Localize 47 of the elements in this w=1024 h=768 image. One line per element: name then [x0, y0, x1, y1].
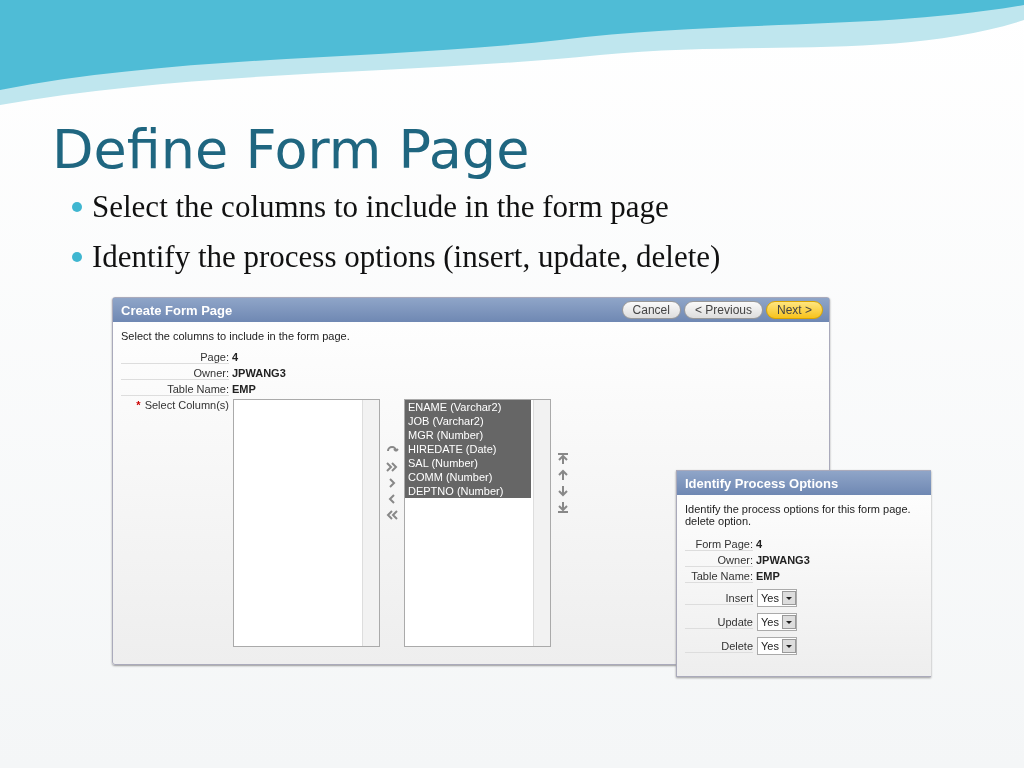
field-label: Table Name: [121, 383, 229, 397]
panel-title: Create Form Page [121, 302, 233, 318]
top-arrow-icon[interactable] [556, 452, 570, 467]
field-label: Owner: [685, 554, 753, 567]
field-value: JPWANG3 [232, 367, 286, 381]
field-label: Page: [121, 351, 229, 365]
yes-no-select[interactable]: Yes [757, 613, 797, 631]
field-label: Insert [685, 591, 753, 605]
yes-no-select[interactable]: Yes [757, 637, 797, 655]
field-label: Delete [685, 639, 753, 653]
field-label: Form Page: [685, 538, 753, 551]
selected-columns-list[interactable]: ENAME (Varchar2) JOB (Varchar2) MGR (Number) HIREDATE (Date) SAL (Number) COMM (Number) DEPTNO (Number) [404, 399, 551, 648]
bullet-text: Select the columns to include in the form page [92, 189, 669, 226]
field-value: 4 [756, 538, 763, 551]
bullet-text: Identify the process options (insert, update, delete) [92, 239, 721, 276]
column-item[interactable]: MGR (Number) [405, 428, 531, 443]
slide-title: Define Form Page [52, 120, 531, 180]
field-value: EMP [756, 570, 780, 583]
column-item[interactable]: COMM (Number) [405, 470, 531, 485]
up-arrow-icon[interactable] [556, 468, 570, 483]
bullet-dot [72, 202, 82, 213]
field-label: Update [685, 615, 753, 629]
panel-title: Identify Process Options [685, 475, 839, 491]
column-item[interactable]: DEPTNO (Number) [405, 484, 531, 499]
column-item[interactable]: JOB (Varchar2) [405, 414, 531, 429]
bottom-arrow-icon[interactable] [556, 500, 570, 515]
instruction-text: Select the columns to include in the form page. [121, 330, 351, 343]
column-item[interactable]: ENAME (Varchar2) [405, 400, 531, 415]
field-label: Owner: [121, 367, 229, 381]
wizard-button[interactable]: Next > [766, 301, 823, 320]
field-value: 4 [232, 351, 239, 365]
column-item[interactable]: SAL (Number) [405, 456, 531, 471]
field-value: EMP [232, 383, 256, 397]
dropdown-icon [781, 639, 796, 653]
field-value: JPWANG3 [756, 554, 810, 567]
column-item[interactable]: HIREDATE (Date) [405, 442, 531, 457]
bullet-dot [72, 252, 82, 263]
dropdown-icon [781, 615, 796, 629]
instruction-text: Identify the process options for this form page. delete option. [685, 503, 912, 527]
dropdown-icon [781, 591, 796, 605]
available-columns-list[interactable] [233, 399, 380, 648]
down-arrow-icon[interactable] [556, 484, 570, 499]
wizard-button[interactable]: < Previous [683, 301, 763, 320]
field-label: * Select Column(s) [135, 399, 230, 414]
field-label: Table Name: [685, 570, 753, 583]
wizard-button[interactable]: Cancel [621, 301, 681, 320]
yes-no-select[interactable]: Yes [757, 589, 797, 607]
